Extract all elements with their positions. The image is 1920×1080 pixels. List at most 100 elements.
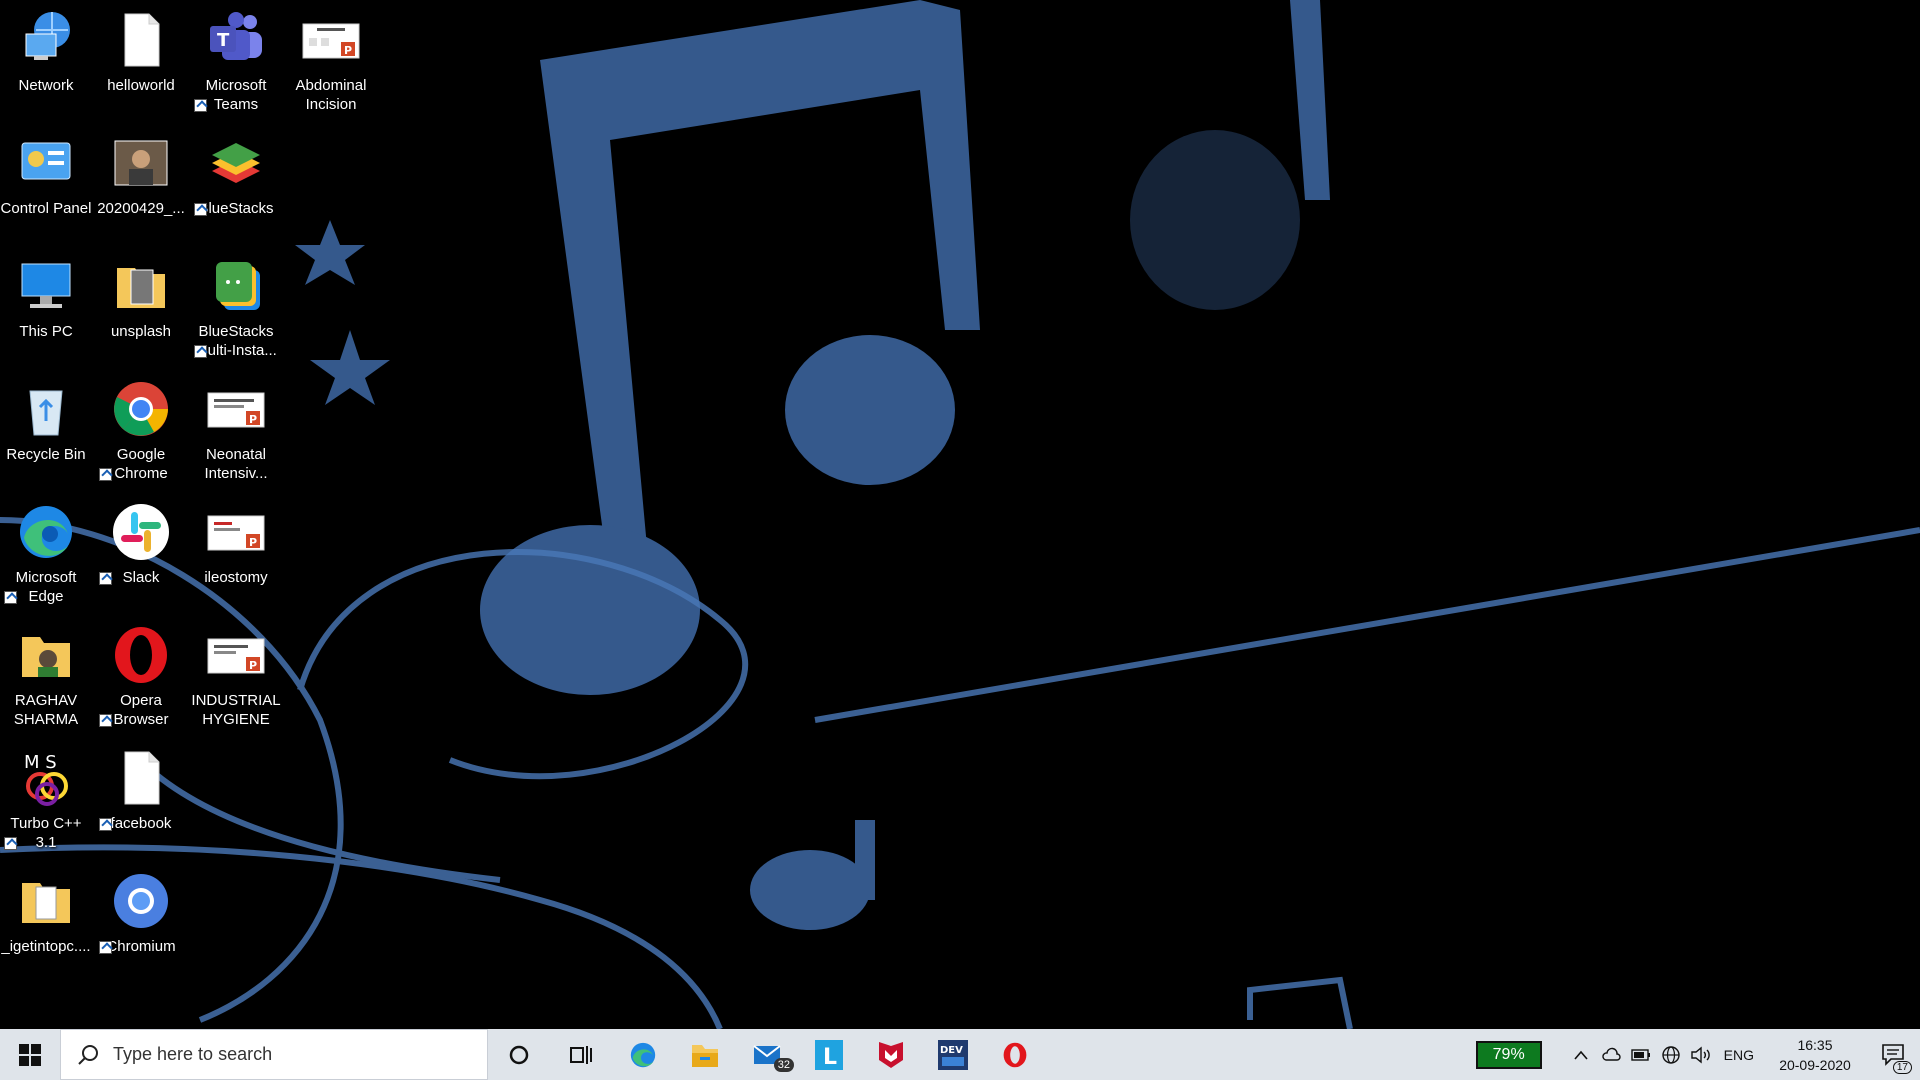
show-hidden-icons-button[interactable] [1566, 1029, 1596, 1080]
shortcut-arrow-icon [4, 591, 17, 604]
shortcut-arrow-icon [99, 714, 112, 727]
powerpoint-file-icon: P [302, 23, 360, 59]
cloud-icon [1601, 1047, 1621, 1061]
desktop-icon-helloworld[interactable]: helloworld [95, 8, 187, 95]
file-shortcut-icon [124, 751, 160, 805]
icon-label: ileostomy [204, 569, 268, 586]
file-explorer-button[interactable] [674, 1029, 736, 1080]
icon-label: unsplash [110, 323, 172, 340]
desktop-icon-opera-browser[interactable]: Opera Browser [95, 623, 187, 729]
desktop-icon-photo[interactable]: 20200429_... [95, 131, 187, 218]
l-app-icon: L [815, 1039, 843, 1070]
shortcut-arrow-icon [99, 941, 112, 954]
powerpoint-file-icon: P [207, 515, 265, 551]
network-status-button[interactable] [1656, 1029, 1686, 1080]
clock-date: 20-09-2020 [1779, 1056, 1851, 1073]
speaker-icon [1690, 1046, 1710, 1063]
battery-button[interactable] [1626, 1029, 1656, 1080]
taskbar-edge-button[interactable] [612, 1029, 674, 1080]
desktop-icon-bluestacks-multi[interactable]: BlueStacks Multi-Insta... [190, 254, 282, 360]
search-icon [78, 1044, 98, 1065]
dev-app-button[interactable]: DEV [922, 1029, 984, 1080]
desktop-wallpaper [0, 0, 1920, 1029]
desktop-icon-facebook[interactable]: facebook [95, 746, 187, 833]
svg-text:M S: M S [24, 752, 57, 773]
system-tray: 79% ENG 16:35 20-09-2020 17 [1475, 1029, 1920, 1080]
dev-app-icon: DEV [938, 1039, 968, 1070]
action-center-button[interactable]: 17 [1868, 1029, 1920, 1080]
desktop-icon-control-panel[interactable]: Control Panel [0, 131, 92, 218]
desktop-icon-neonatal[interactable]: P Neonatal Intensiv... [190, 377, 282, 483]
network-icon [25, 12, 70, 60]
desktop-icon-unsplash[interactable]: unsplash [95, 254, 187, 341]
svg-text:P: P [344, 44, 352, 57]
desktop-icon-this-pc[interactable]: This PC [0, 254, 92, 341]
task-view-button[interactable] [550, 1029, 612, 1080]
icon-label: Recycle Bin [6, 446, 86, 463]
icon-label: helloworld [107, 77, 175, 94]
bluestacks-icon [212, 143, 260, 183]
l-app-button[interactable]: L [798, 1029, 860, 1080]
folder-icon [22, 883, 70, 923]
shortcut-arrow-icon [4, 837, 17, 850]
svg-text:DEV: DEV [940, 1045, 963, 1056]
icon-label: Abdominal Incision [295, 77, 367, 113]
shortcut-arrow-icon [194, 345, 207, 358]
taskbar-opera-button[interactable] [984, 1029, 1046, 1080]
desktop-icon-igetintopc[interactable]: _igetintopc.... [0, 869, 92, 956]
mail-button[interactable]: 32 [736, 1029, 798, 1080]
text-file-icon [124, 13, 160, 67]
svg-text:L: L [823, 1045, 837, 1070]
control-panel-icon [21, 142, 71, 180]
task-view-icon [570, 1045, 592, 1064]
volume-button[interactable] [1686, 1029, 1716, 1080]
battery-icon [1630, 1048, 1650, 1061]
cloud-sync-button[interactable] [1596, 1029, 1626, 1080]
edge-icon [20, 506, 72, 558]
desktop-icon-network[interactable]: Network [0, 8, 92, 95]
notification-count: 17 [1892, 1061, 1912, 1074]
cortana-icon [509, 1045, 529, 1064]
svg-text:P: P [249, 413, 257, 426]
input-language-indicator[interactable]: ENG [1724, 1047, 1754, 1063]
file-explorer-icon [692, 1044, 718, 1067]
shortcut-arrow-icon [99, 818, 112, 831]
svg-text:P: P [249, 536, 257, 549]
powerpoint-file-icon: P [207, 392, 265, 428]
desktop-icon-recycle-bin[interactable]: Recycle Bin [0, 377, 92, 464]
taskbar-clock[interactable]: 16:35 20-09-2020 [1770, 1035, 1860, 1075]
icon-label: Neonatal Intensiv... [204, 446, 268, 482]
desktop-icon-raghav-sharma[interactable]: RAGHAV SHARMA [0, 623, 92, 729]
svg-text:P: P [249, 659, 257, 672]
icon-label: RAGHAV SHARMA [13, 692, 79, 728]
desktop-icon-microsoft-edge[interactable]: Microsoft Edge [0, 500, 92, 606]
desktop-icon-abdominal-incision[interactable]: P Abdominal Incision [285, 8, 377, 114]
desktop-icon-chromium[interactable]: Chromium [95, 869, 187, 956]
start-button[interactable] [0, 1029, 60, 1080]
mcafee-button[interactable] [860, 1029, 922, 1080]
svg-text:T: T [217, 30, 230, 51]
cortana-button[interactable] [488, 1029, 550, 1080]
chevron-up-icon [1574, 1050, 1588, 1060]
desktop-icon-microsoft-teams[interactable]: T Microsoft Teams [190, 8, 282, 114]
turbo-cpp-icon: M S [24, 752, 68, 806]
icon-label: _igetintopc.... [1, 938, 91, 955]
desktop-icon-industrial-hygiene[interactable]: P INDUSTRIAL HYGIENE [190, 623, 282, 729]
mcafee-icon [879, 1041, 903, 1068]
teams-icon: T [210, 12, 262, 60]
desktop-icon-turbo-cpp[interactable]: M S Turbo C++ 3.1 [0, 746, 92, 852]
mail-badge: 32 [773, 1058, 794, 1072]
globe-icon [1661, 1045, 1680, 1064]
desktop-icon-slack[interactable]: Slack [95, 500, 187, 587]
opera-icon [115, 627, 167, 683]
chromium-icon [114, 874, 168, 928]
opera-icon [1003, 1042, 1027, 1067]
desktop-icon-bluestacks[interactable]: BlueStacks [190, 131, 282, 218]
folder-icon [117, 268, 165, 308]
taskbar-search-box[interactable]: Type here to search [60, 1029, 488, 1080]
battery-percentage-widget[interactable]: 79% [1475, 1040, 1542, 1069]
desktop-icon-ileostomy[interactable]: P ileostomy [190, 500, 282, 587]
desktop-icon-google-chrome[interactable]: Google Chrome [95, 377, 187, 483]
shortcut-arrow-icon [194, 203, 207, 216]
recycle-bin-icon [29, 390, 63, 436]
